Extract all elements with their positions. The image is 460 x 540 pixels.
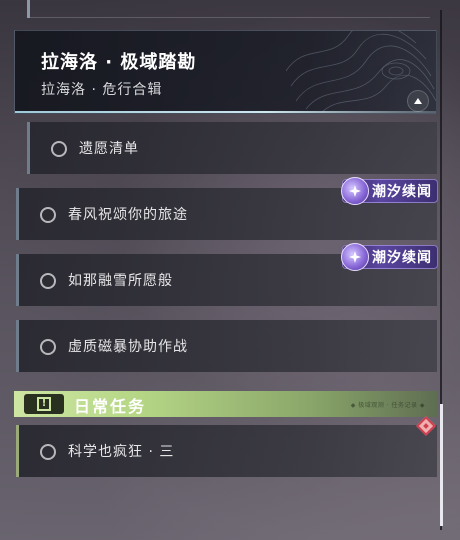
quest-bar — [27, 122, 30, 174]
empty-circle-icon — [40, 207, 56, 223]
tidal-badge: 潮汐续闻 — [341, 177, 438, 205]
quest-label: 科学也疯狂 · 三 — [68, 444, 175, 460]
daily-tasks-header[interactable]: ! 日常任务 ◆ 极域观测 · 任务记录 ◆ — [14, 391, 437, 417]
tidal-star-icon — [341, 177, 369, 205]
quest-label: 遗愿清单 — [79, 141, 139, 157]
quest-label: 春风祝颂你的旅途 — [68, 207, 188, 223]
region-subtitle: 拉海洛 · 危行合辑 — [41, 82, 163, 98]
quest-item[interactable]: 遗愿清单 — [27, 122, 437, 174]
empty-circle-icon — [40, 273, 56, 289]
badge-label: 潮汐续闻 — [372, 250, 432, 266]
quest-bar — [16, 425, 19, 477]
daily-quest-item[interactable]: 科学也疯狂 · 三 — [16, 425, 437, 477]
daily-watermark: ◆ 极域观测 · 任务记录 ◆ — [350, 402, 425, 409]
quest-item[interactable]: 虚质磁暴协助作战 — [16, 320, 437, 372]
scrollbar-thumb[interactable] — [440, 404, 443, 526]
tidal-badge: 潮汐续闻 — [341, 243, 438, 271]
chevron-up-icon — [414, 98, 422, 104]
daily-title: 日常任务 — [74, 397, 147, 416]
empty-circle-icon — [51, 141, 67, 157]
daily-icon-glyph: ! — [37, 397, 51, 411]
quest-chain-line — [27, 0, 30, 18]
exclamation-icon: ! — [24, 394, 64, 414]
quest-bar — [16, 320, 19, 372]
region-title: 拉海洛 · 极域踏勘 — [41, 52, 197, 73]
quest-region-header[interactable]: 拉海洛 · 极域踏勘 拉海洛 · 危行合辑 — [14, 30, 437, 114]
badge-label: 潮汐续闻 — [372, 184, 432, 200]
collapse-button[interactable] — [407, 90, 429, 112]
empty-circle-icon — [40, 444, 56, 460]
empty-circle-icon — [40, 339, 56, 355]
header-accent-line — [15, 111, 436, 113]
quest-label: 虚质磁暴协助作战 — [68, 339, 188, 355]
tidal-star-icon — [341, 243, 369, 271]
quest-bar — [16, 254, 19, 306]
divider — [30, 17, 430, 18]
quest-bar — [16, 188, 19, 240]
quest-label: 如那融雪所愿般 — [68, 273, 173, 289]
